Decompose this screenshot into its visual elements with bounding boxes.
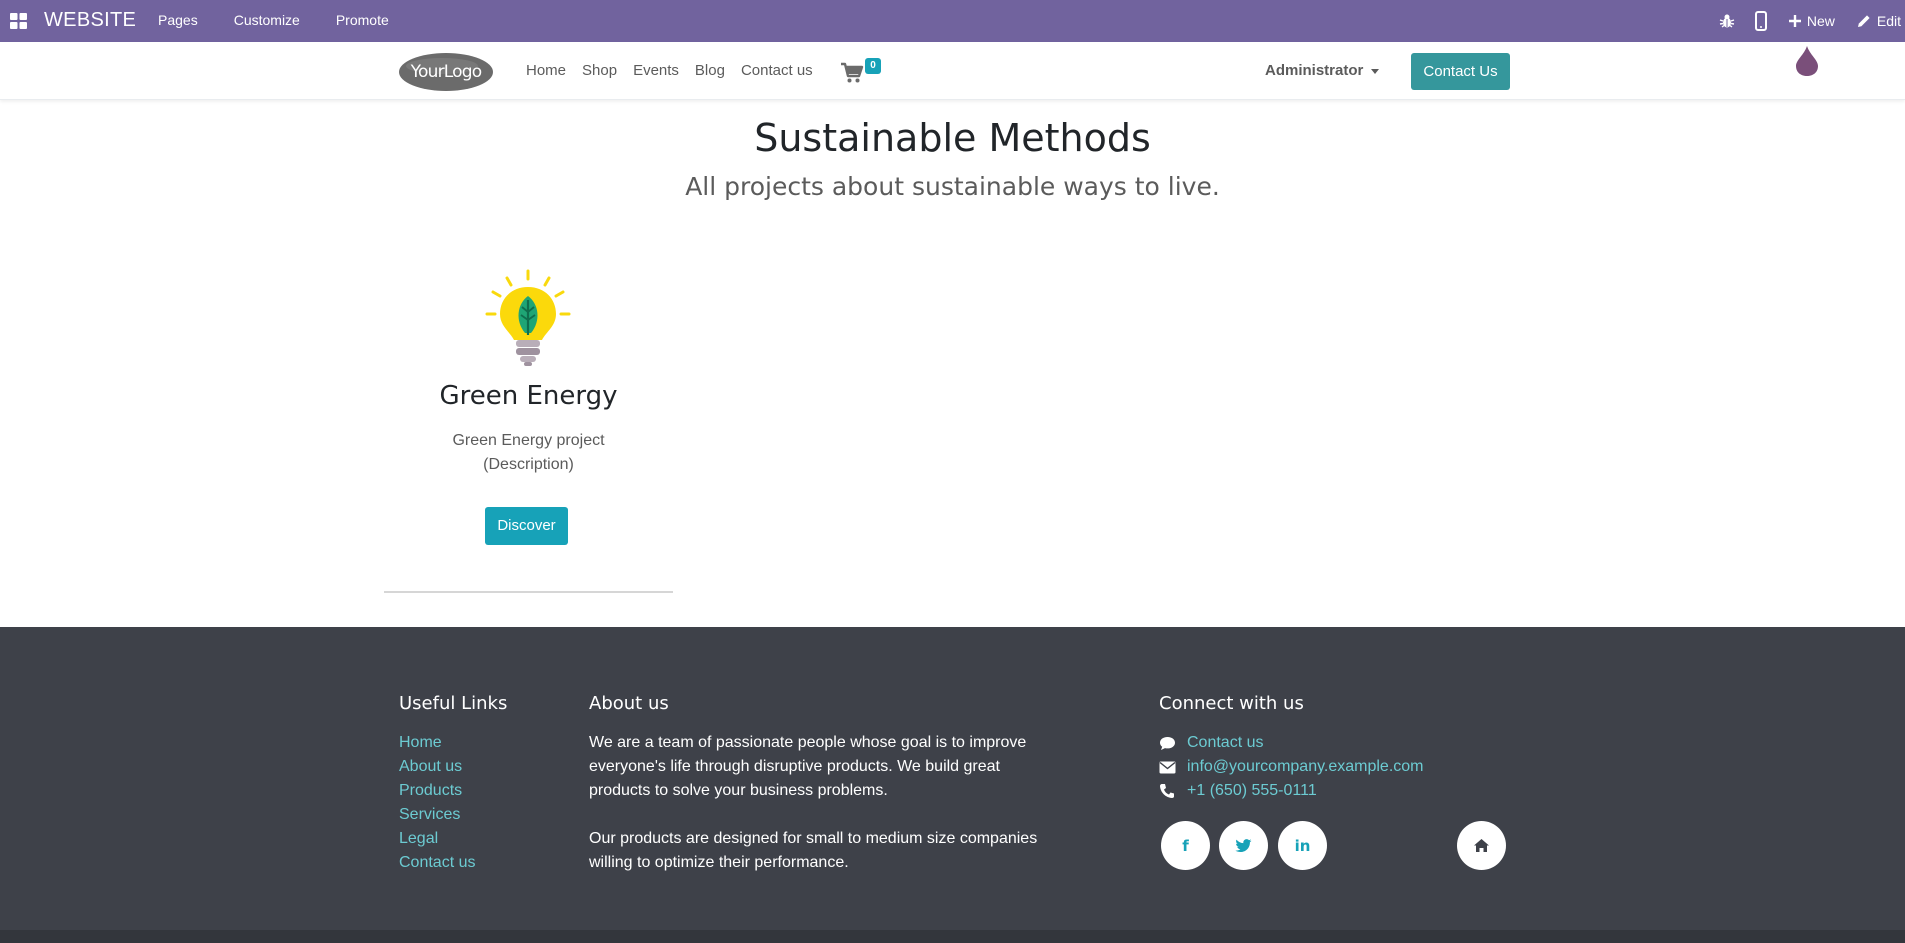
project-card: Green Energy Green Energy project (Descr… <box>384 255 673 593</box>
page-title: Sustainable Methods <box>754 116 1151 160</box>
footer-phone-link[interactable]: +1 (650) 555-0111 <box>1187 782 1317 800</box>
footer-link-contact-us[interactable]: Contact us <box>399 851 475 875</box>
contact-us-button[interactable]: Contact Us <box>1411 53 1510 90</box>
user-dropdown[interactable]: Administrator <box>1265 62 1380 79</box>
admin-menu-promote[interactable]: Promote <box>318 0 407 42</box>
linkedin-icon: in <box>1294 836 1311 855</box>
nav-blog[interactable]: Blog <box>687 42 733 99</box>
social-linkedin-button[interactable]: in <box>1278 821 1327 870</box>
pencil-icon <box>1857 15 1870 27</box>
about-us-text: We are a team of passionate people whose… <box>589 731 1049 899</box>
admin-bar: WEBSITE Pages Customize Promote New Edit <box>0 0 1905 42</box>
new-button[interactable]: New <box>1788 13 1835 29</box>
contact-list: Contact us info@yourcompany.example.com … <box>1159 731 1424 803</box>
facebook-icon: f <box>1182 836 1189 855</box>
debug-button[interactable] <box>1719 13 1735 29</box>
card-description: Green Energy project (Description) <box>384 429 673 477</box>
mobile-icon <box>1754 11 1767 31</box>
about-us-heading: About us <box>589 693 669 714</box>
main-nav: Home Shop Events Blog Contact us <box>518 42 821 99</box>
card-title: Green Energy <box>439 381 618 411</box>
page-subtitle: All projects about sustainable ways to l… <box>685 172 1220 201</box>
twitter-icon <box>1235 838 1252 852</box>
edit-label: Edit <box>1876 13 1901 29</box>
footer-email-link[interactable]: info@yourcompany.example.com <box>1187 758 1424 776</box>
new-label: New <box>1806 13 1835 29</box>
nav-contact-us[interactable]: Contact us <box>733 42 821 99</box>
footer-link-home[interactable]: Home <box>399 731 475 755</box>
caret-down-icon <box>1371 68 1380 74</box>
chat-bubble-icon <box>1160 736 1175 750</box>
site-header: YourLogo Home Shop Events Blog Contact u… <box>0 42 1905 100</box>
admin-actions: New Edit <box>1719 0 1905 42</box>
home-button[interactable] <box>1457 821 1506 870</box>
admin-menu-customize[interactable]: Customize <box>216 0 318 42</box>
admin-menu-pages[interactable]: Pages <box>140 0 216 42</box>
social-twitter-button[interactable] <box>1219 821 1268 870</box>
nav-home[interactable]: Home <box>518 42 574 99</box>
plus-icon <box>1788 15 1801 27</box>
home-icon <box>1474 839 1489 852</box>
theme-drop-icon[interactable] <box>1795 45 1819 77</box>
nav-shop[interactable]: Shop <box>574 42 625 99</box>
discover-button[interactable]: Discover <box>485 507 568 545</box>
mobile-preview-button[interactable] <box>1754 11 1767 31</box>
contact-row-chat: Contact us <box>1159 731 1424 755</box>
copyright-bar <box>0 930 1905 943</box>
edit-button[interactable]: Edit <box>1857 13 1901 29</box>
envelope-icon <box>1159 761 1176 773</box>
admin-menu: Pages Customize Promote <box>140 0 407 42</box>
footer-link-services[interactable]: Services <box>399 803 475 827</box>
card-description-line-2: (Description) <box>483 456 574 473</box>
app-name[interactable]: WEBSITE <box>44 9 136 32</box>
contact-row-phone: +1 (650) 555-0111 <box>1159 779 1424 803</box>
about-paragraph-2: Our products are designed for small to m… <box>589 830 1038 871</box>
footer-contact-link[interactable]: Contact us <box>1187 734 1263 752</box>
useful-links-heading: Useful Links <box>399 693 508 714</box>
cart-count-badge: 0 <box>865 58 881 74</box>
connect-heading: Connect with us <box>1159 693 1304 714</box>
apps-grid-icon[interactable] <box>10 13 27 29</box>
about-paragraph-1: We are a team of passionate people whose… <box>589 734 1027 799</box>
useful-links-list: Home About us Products Services Legal Co… <box>399 731 475 875</box>
footer-link-legal[interactable]: Legal <box>399 827 475 851</box>
phone-icon <box>1160 784 1174 798</box>
nav-events[interactable]: Events <box>625 42 687 99</box>
footer: Useful Links Home About us Products Serv… <box>0 627 1905 930</box>
card-description-line-1: Green Energy project <box>452 432 605 449</box>
contact-row-email: info@yourcompany.example.com <box>1159 755 1424 779</box>
user-name: Administrator <box>1265 62 1364 79</box>
lightbulb-leaf-icon <box>485 269 571 366</box>
footer-link-products[interactable]: Products <box>399 779 475 803</box>
social-facebook-button[interactable]: f <box>1161 821 1210 870</box>
footer-link-about-us[interactable]: About us <box>399 755 475 779</box>
logo-text: YourLogo <box>410 62 482 82</box>
company-logo[interactable]: YourLogo <box>398 52 494 92</box>
bug-icon <box>1719 14 1735 28</box>
